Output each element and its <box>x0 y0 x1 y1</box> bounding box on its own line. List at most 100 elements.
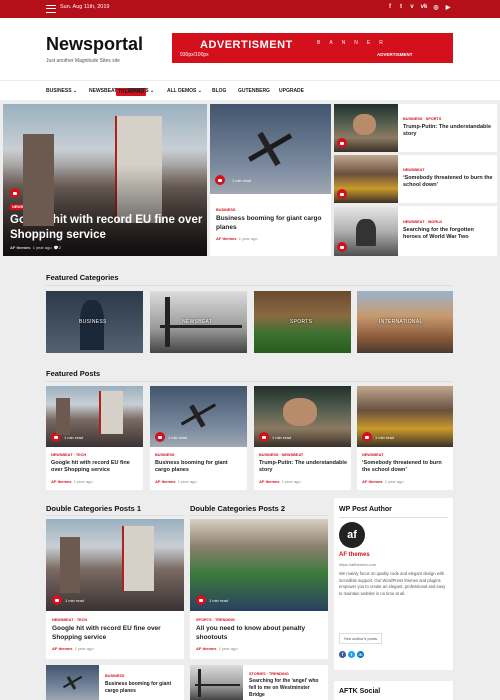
double2-small-post[interactable]: STORIES · TRENDING Searching for the ‘an… <box>190 665 328 700</box>
featured-post-card[interactable]: 1 min read NEWSBEAT ‘Somebody threatened… <box>357 386 453 490</box>
featured-post-card[interactable]: 1 min read BUSINESS Business booming for… <box>150 386 247 490</box>
featured-post-image[interactable]: 1 min read <box>254 386 351 447</box>
category-tile-business[interactable]: BUSINESS <box>46 291 143 353</box>
site-logo[interactable]: Newsportal <box>46 34 143 55</box>
double2-main-post[interactable]: 1 min read SPORTS · TRENDING All you nee… <box>190 519 328 659</box>
author-link[interactable]: AF themes <box>196 646 216 651</box>
twitter-icon[interactable]: t <box>348 651 355 658</box>
author-link[interactable]: AF themes <box>51 479 71 484</box>
nav-item-all-demos[interactable]: ALL DEMOS ⌄ <box>167 88 202 94</box>
read-time: 1 min read <box>65 598 84 603</box>
category-label-international: INTERNATIONAL <box>379 319 423 325</box>
see-author-posts-button[interactable]: See author's posts <box>339 633 383 644</box>
video-icon <box>337 189 347 199</box>
hero-main-tag-tech[interactable]: TECH <box>39 204 54 210</box>
advertisement-banner[interactable]: ADVERTISMENT 930px/100px BANNER ADVERTIS… <box>172 33 453 63</box>
double2-small-image[interactable] <box>190 665 243 700</box>
featured-post-category[interactable]: BUSINESS · NEWSBEAT <box>259 453 303 457</box>
vk-icon[interactable]: vk <box>419 4 429 10</box>
hero-side-title-3[interactable]: Searching for the forgotten heroes of Wo… <box>403 227 493 242</box>
nav-item-upgrade[interactable]: UPGRADE <box>279 88 304 94</box>
featured-post-title[interactable]: Trump-Putin: The understandable story <box>259 460 347 475</box>
category-tile-international[interactable]: INTERNATIONAL <box>357 291 453 353</box>
double1-main-post[interactable]: 1 min read NEWSBEAT · TECH Google hit wi… <box>46 519 184 659</box>
double1-small-image[interactable] <box>46 665 99 700</box>
hero-middle-category[interactable]: BUSINESS <box>216 208 235 212</box>
featured-post-category[interactable]: NEWSBEAT · TECH <box>51 453 86 457</box>
author-link[interactable]: AF themes <box>362 479 382 484</box>
hero-side-image-2[interactable] <box>334 155 398 203</box>
nav-item-sports[interactable]: SPORTS ⌄ <box>128 88 154 94</box>
category-tile-sports[interactable]: SPORTS <box>254 291 351 353</box>
hero-side-category-3[interactable]: NEWSBEAT · WORLD <box>403 220 442 224</box>
hero-side-image-1[interactable] <box>334 104 398 152</box>
facebook-icon[interactable]: f <box>386 4 394 10</box>
double2-main-title[interactable]: All you need to know about penalty shoot… <box>196 625 324 643</box>
hero-side-post-3[interactable]: NEWSBEAT · WORLD Searching for the forgo… <box>334 206 497 256</box>
double1-main-image[interactable]: 1 min read <box>46 519 184 611</box>
vimeo-icon[interactable]: v <box>408 4 416 10</box>
youtube-icon[interactable]: ▶ <box>444 4 452 11</box>
double2-small-title[interactable]: Searching for the ‘angel’ who fell to me… <box>249 678 325 698</box>
hero-side-post-2[interactable]: NEWSBEAT ‘Somebody threatened to burn th… <box>334 155 497 203</box>
nav-item-business[interactable]: BUSINESS ⌄ <box>46 88 77 94</box>
hero-main-author[interactable]: AF themes <box>10 245 30 250</box>
hero-middle-read-time: 1 min read <box>232 178 251 183</box>
featured-post-image[interactable]: 1 min read <box>357 386 453 447</box>
post-author-heading: WP Post Author <box>339 506 392 513</box>
hero-middle-post[interactable]: 1 min read BUSINESS Business booming for… <box>210 104 331 256</box>
ad-size: 930px/100px <box>180 52 209 58</box>
featured-post-meta: AF themes 1 year ago <box>362 479 404 484</box>
nav-item-blog[interactable]: BLOG <box>212 88 226 94</box>
double1-small-category[interactable]: BUSINESS <box>105 674 124 678</box>
author-link[interactable]: AF themes <box>52 646 72 651</box>
featured-post-title[interactable]: Business booming for giant cargo planes <box>155 460 243 475</box>
double1-small-post[interactable]: BUSINESS Business booming for giant carg… <box>46 665 184 700</box>
twitter-icon[interactable]: t <box>397 4 405 10</box>
hero-middle-title[interactable]: Business booming for giant cargo planes <box>216 215 326 233</box>
featured-post-card[interactable]: 1 min read NEWSBEAT · TECH Google hit wi… <box>46 386 143 490</box>
double1-main-title[interactable]: Google hit with record EU fine over Shop… <box>52 625 180 643</box>
featured-post-image[interactable]: 1 min read <box>46 386 143 447</box>
hero-main-post[interactable]: 1 min read NEWSBEAT TECH Google hit with… <box>3 104 207 256</box>
hero-side-title-2[interactable]: ‘Somebody threatened to burn the school … <box>403 175 493 190</box>
author-name[interactable]: AF themes <box>339 552 370 558</box>
hero-middle-author[interactable]: AF themes <box>216 236 236 241</box>
ad-small-text: ADVERTISMENT <box>377 52 413 57</box>
author-avatar[interactable]: af <box>339 522 365 548</box>
double2-main-image[interactable]: 1 min read <box>190 519 328 611</box>
hero-side-title-1[interactable]: Trump-Putin: The understandable story <box>403 124 493 139</box>
video-icon <box>196 595 206 605</box>
double2-small-category[interactable]: STORIES · TRENDING <box>249 672 289 676</box>
author-link[interactable]: AF themes <box>259 479 279 484</box>
featured-post-category[interactable]: BUSINESS <box>155 453 174 457</box>
author-link[interactable]: AF themes <box>155 479 175 484</box>
category-tile-newsbeat[interactable]: NEWSBEAT <box>150 291 247 353</box>
featured-post-image[interactable]: 1 min read <box>150 386 247 447</box>
section-divider <box>46 285 453 286</box>
featured-post-title[interactable]: Google hit with record EU fine over Shop… <box>51 460 139 475</box>
featured-post-title[interactable]: ‘Somebody threatened to burn the school … <box>362 460 450 475</box>
nav-item-gutenberg[interactable]: GUTENBERG <box>238 88 270 94</box>
double1-main-category[interactable]: NEWSBEAT · TECH <box>52 618 87 622</box>
site-header: Newsportal Just another Magnitude Sites … <box>0 18 500 80</box>
author-url[interactable]: https://afthemes.com <box>339 562 376 567</box>
hero-side-category-2[interactable]: NEWSBEAT <box>403 168 424 172</box>
hero-main-comments: 2 <box>58 245 62 250</box>
double1-small-title[interactable]: Business booming for giant cargo planes <box>105 681 181 695</box>
double2-main-category[interactable]: SPORTS · TRENDING <box>196 618 235 622</box>
instagram-icon[interactable]: ◎ <box>432 4 440 11</box>
hero-side-post-1[interactable]: BUSINESS · SPORTS Trump-Putin: The under… <box>334 104 497 152</box>
featured-post-card[interactable]: 1 min read BUSINESS · NEWSBEAT Trump-Put… <box>254 386 351 490</box>
featured-post-category[interactable]: NEWSBEAT <box>362 453 383 457</box>
hero-side-category-1[interactable]: BUSINESS · SPORTS <box>403 117 441 121</box>
hero-side-image-3[interactable] <box>334 206 398 256</box>
linkedin-icon[interactable]: in <box>357 651 364 658</box>
hero-main-meta: AF themes 1 year ago 💬2 <box>10 245 62 250</box>
nav-item-newsbeat[interactable]: NEWSBEAT <box>89 88 117 94</box>
hero-main-title[interactable]: Google hit with record EU fine over Shop… <box>10 213 205 243</box>
hero-main-tag-newsbeat[interactable]: NEWSBEAT <box>10 204 36 210</box>
menu-icon[interactable] <box>46 5 56 13</box>
hero-middle-image[interactable]: 1 min read <box>210 104 331 194</box>
facebook-icon[interactable]: f <box>339 651 346 658</box>
